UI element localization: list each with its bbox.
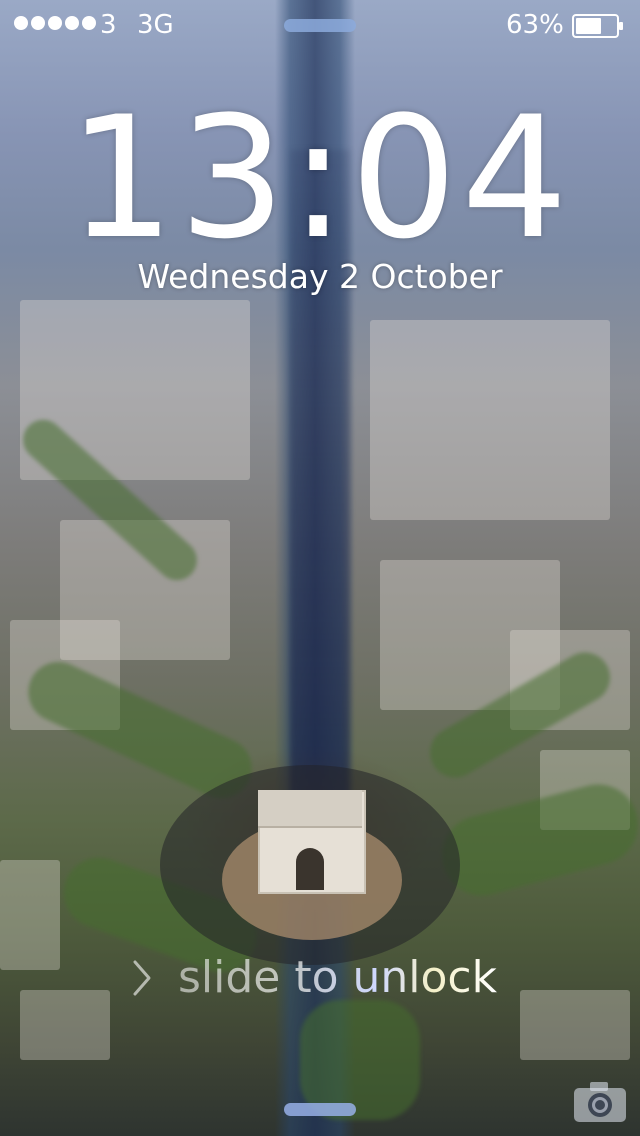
signal-dot	[82, 16, 96, 30]
wallpaper-trees	[433, 775, 640, 905]
signal-dot	[65, 16, 79, 30]
wallpaper-building	[370, 320, 610, 520]
wallpaper-arch-opening	[296, 848, 324, 890]
wallpaper-trees	[300, 1000, 420, 1120]
lock-clock: 13:04	[67, 80, 573, 276]
signal-dot	[31, 16, 45, 30]
notification-center-grabber[interactable]	[284, 19, 356, 32]
lock-screen: 3 3G 63% 13:04 Wednesday 2 October slide…	[0, 0, 640, 1136]
network-type: 3G	[137, 10, 174, 40]
camera-icon[interactable]	[572, 1080, 628, 1124]
signal-dot	[14, 16, 28, 30]
wallpaper-building	[0, 860, 60, 970]
battery-percentage: 63%	[506, 10, 564, 40]
chevron-right-icon	[133, 960, 151, 996]
carrier-name: 3	[100, 10, 117, 40]
signal-dots-icon	[14, 16, 96, 30]
slide-to-unlock-slider[interactable]: slide to unlock	[130, 948, 510, 1008]
signal-dot	[48, 16, 62, 30]
wallpaper-building	[20, 990, 110, 1060]
lock-date: Wednesday 2 October	[137, 257, 503, 296]
status-bar: 3 3G 63%	[0, 0, 640, 48]
slide-to-unlock-label: slide to unlock	[178, 948, 497, 1008]
control-center-grabber[interactable]	[284, 1103, 356, 1116]
battery-icon	[572, 14, 623, 38]
wallpaper-building	[520, 990, 630, 1060]
wallpaper-arch-attic	[258, 790, 362, 828]
